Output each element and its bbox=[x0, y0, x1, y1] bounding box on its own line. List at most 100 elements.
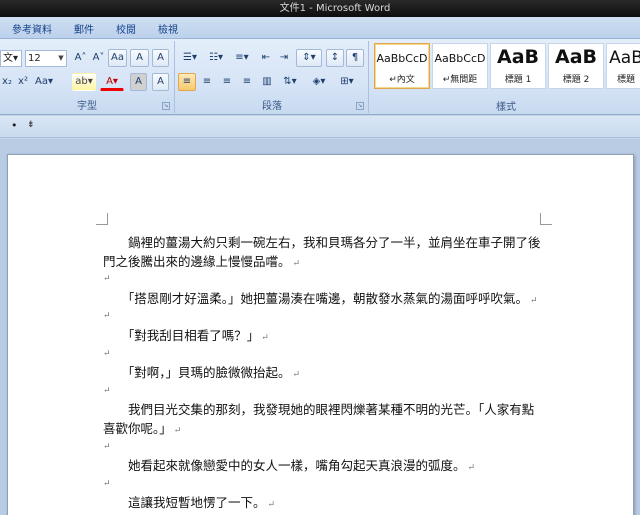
style-heading-2[interactable]: AaB 標題 2 bbox=[548, 43, 604, 89]
document-text: 鍋裡的薑湯大約只剩一碗左右，我和貝瑪各分了一半，並肩坐在車子開了後 bbox=[103, 235, 541, 250]
style-name: 標題 2 bbox=[562, 75, 590, 85]
char-border-button[interactable]: A bbox=[152, 49, 169, 67]
paragraph-mark: ↵ bbox=[103, 441, 111, 452]
paragraph-group: ☰▾ ☷▾ ≡▾ ⇤ ⇥ ⇕▾ ↕ ¶ ≡ ≡ ≡ ≡ ▥ ⇅▾ ◈▾ ⊞▾ 段… bbox=[176, 41, 369, 113]
style-sample: AaBbCcD bbox=[376, 52, 428, 65]
margin-corner-marker bbox=[540, 213, 552, 225]
dialog-launcher-icon[interactable]: ↘ bbox=[356, 102, 364, 110]
document-text: 她看起來就像戀愛中的女人一樣，嘴角勾起天真浪漫的弧度。 bbox=[103, 458, 466, 474]
style-name: 標題 1 bbox=[504, 75, 532, 85]
shrink-font-button[interactable]: A˅ bbox=[90, 49, 107, 67]
highlight-button[interactable]: ab▾ bbox=[72, 73, 96, 91]
document-line[interactable]: 「對啊，」貝瑪的臉微微抬起。 ↵ bbox=[103, 362, 300, 381]
style-name: 標題 bbox=[616, 75, 635, 85]
bullets-button[interactable]: ☰▾ bbox=[178, 49, 202, 67]
document-line[interactable]: 這讓我短暫地愣了一下。 ↵ bbox=[103, 492, 275, 511]
justify-button[interactable]: ≡ bbox=[238, 73, 256, 91]
font-name-combo[interactable]: 文▾ bbox=[0, 50, 22, 67]
bullet-icon[interactable]: • bbox=[11, 119, 18, 132]
asian-layout-button[interactable]: ⇕▾ bbox=[296, 49, 322, 67]
change-case-button[interactable]: Aa▾ bbox=[32, 73, 56, 91]
font-size-value: 12 bbox=[28, 53, 41, 64]
document-page[interactable]: 鍋裡的薑湯大約只剩一碗左右，我和貝瑪各分了一半，並肩坐在車子開了後 門之後騰出來的… bbox=[7, 154, 634, 515]
style-name: ↵無間距 bbox=[442, 75, 478, 85]
document-line[interactable]: 我們目光交集的那刻，我發現她的眼裡閃爍著某種不明的光芒。「人家有點 bbox=[103, 399, 534, 418]
document-line[interactable]: ↵ bbox=[103, 269, 111, 284]
paragraph-mark: ↵ bbox=[467, 463, 476, 474]
paragraph-group-label: 段落 bbox=[262, 101, 282, 112]
document-line[interactable]: 她看起來就像戀愛中的女人一樣，嘴角勾起天真浪漫的弧度。 ↵ bbox=[103, 455, 475, 474]
document-text: 這讓我短暫地愣了一下。 bbox=[103, 495, 266, 511]
numbering-button[interactable]: ☷▾ bbox=[204, 49, 228, 67]
distributed-button[interactable]: ▥ bbox=[258, 73, 276, 91]
style-sample: AaB bbox=[496, 46, 539, 68]
paragraph-mark: ↵ bbox=[292, 258, 301, 269]
styles-gallery: AaBbCcD ↵內文 AaBbCcD ↵無間距 AaB 標題 1 AaB 標題… bbox=[372, 43, 640, 93]
shading-button[interactable]: ◈▾ bbox=[306, 73, 332, 91]
customize-icon[interactable]: ⇟ bbox=[27, 120, 35, 130]
window-title: 文件1 - Microsoft Word bbox=[279, 3, 391, 14]
document-text: 喜歡你呢。」 bbox=[103, 421, 172, 436]
document-line[interactable]: ↵ bbox=[103, 344, 111, 359]
paragraph-mark: ↵ bbox=[103, 311, 111, 322]
document-text: 「對啊，」貝瑪的臉微微抬起。 bbox=[103, 365, 291, 381]
line-spacing-button[interactable]: ⇅▾ bbox=[278, 73, 302, 91]
document-line[interactable]: 鍋裡的薑湯大約只剩一碗左右，我和貝瑪各分了一半，並肩坐在車子開了後 bbox=[103, 232, 541, 251]
show-marks-button[interactable]: ¶ bbox=[346, 49, 364, 67]
document-line[interactable]: 「對我刮目相看了嗎？」 ↵ bbox=[103, 325, 269, 344]
paragraph-mark: ↵ bbox=[530, 295, 538, 306]
paragraph-mark: ↵ bbox=[103, 274, 111, 285]
font-group-label: 字型 bbox=[77, 101, 97, 112]
tab-view[interactable]: 檢視 bbox=[158, 21, 178, 36]
document-line[interactable]: ↵ bbox=[103, 474, 111, 489]
font-size-combo[interactable]: 12 ▼ bbox=[25, 50, 67, 67]
ribbon: 文▾ 12 ▼ A˄ A˅ Aa A A x₂ x² Aa▾ ab▾ A▾ A … bbox=[0, 39, 640, 115]
paragraph-mark: ↵ bbox=[292, 370, 301, 381]
title-bar: 文件1 - Microsoft Word bbox=[0, 0, 640, 17]
font-name-value: 文▾ bbox=[3, 53, 19, 64]
align-center-button[interactable]: ≡ bbox=[198, 73, 216, 91]
paragraph-mark: ↵ bbox=[261, 333, 269, 343]
char-shading-button[interactable]: A bbox=[130, 73, 147, 91]
decrease-indent-button[interactable]: ⇤ bbox=[258, 49, 274, 67]
borders-button[interactable]: ⊞▾ bbox=[334, 73, 360, 91]
document-text: 「對我刮目相看了嗎？」 bbox=[103, 328, 260, 343]
enclose-char-button[interactable]: A bbox=[152, 73, 169, 91]
paragraph-mark: ↵ bbox=[103, 348, 111, 359]
style-title[interactable]: AaB 標題 bbox=[606, 43, 640, 89]
document-text: 「搭恩剛才好溫柔。」她把薑湯湊在嘴邊，朝散發水蒸氣的湯面呼呼吹氣。 bbox=[103, 290, 529, 306]
sort-button[interactable]: ↕ bbox=[326, 49, 344, 67]
clear-format-button[interactable]: Aa bbox=[108, 49, 127, 67]
document-line[interactable]: ↵ bbox=[103, 306, 111, 321]
document-line[interactable]: 「搭恩剛才好溫柔。」她把薑湯湊在嘴邊，朝散發水蒸氣的湯面呼呼吹氣。 ↵ bbox=[103, 288, 538, 307]
tab-mailings[interactable]: 郵件 bbox=[74, 21, 94, 36]
document-line[interactable]: ↵ bbox=[103, 381, 111, 396]
increase-indent-button[interactable]: ⇥ bbox=[276, 49, 292, 67]
quick-access-toolbar: • ⇟ bbox=[0, 116, 640, 138]
multilevel-list-button[interactable]: ≡▾ bbox=[230, 49, 254, 67]
paragraph-mark: ↵ bbox=[103, 478, 111, 489]
font-group: 文▾ 12 ▼ A˄ A˅ Aa A A x₂ x² Aa▾ ab▾ A▾ A … bbox=[0, 41, 175, 113]
subscript-button[interactable]: x₂ bbox=[0, 73, 14, 91]
tab-review[interactable]: 校閱 bbox=[116, 21, 136, 36]
document-line[interactable]: 喜歡你呢。」 ↵ bbox=[103, 418, 181, 437]
align-left-button[interactable]: ≡ bbox=[178, 73, 196, 91]
style-heading-1[interactable]: AaB 標題 1 bbox=[490, 43, 546, 89]
style-sample: AaB bbox=[609, 48, 640, 68]
document-text: 門之後騰出來的邊緣上慢慢品嚐。 bbox=[103, 253, 291, 269]
ribbon-tabs: 參考資料 郵件 校閱 檢視 bbox=[0, 17, 640, 39]
align-right-button[interactable]: ≡ bbox=[218, 73, 236, 91]
document-line[interactable]: ↵ bbox=[103, 437, 111, 452]
tab-references[interactable]: 參考資料 bbox=[12, 21, 52, 36]
document-text: 我們目光交集的那刻，我發現她的眼裡閃爍著某種不明的光芒。「人家有點 bbox=[103, 402, 535, 418]
dialog-launcher-icon[interactable]: ↘ bbox=[162, 102, 170, 110]
grow-font-button[interactable]: A˄ bbox=[72, 49, 89, 67]
margin-corner-marker bbox=[96, 213, 108, 225]
font-color-button[interactable]: A▾ bbox=[100, 73, 124, 91]
style-no-spacing[interactable]: AaBbCcD ↵無間距 bbox=[432, 43, 488, 89]
style-normal[interactable]: AaBbCcD ↵內文 bbox=[374, 43, 430, 89]
phonetic-guide-button[interactable]: A bbox=[130, 49, 149, 67]
document-line[interactable]: 門之後騰出來的邊緣上慢慢品嚐。 ↵ bbox=[103, 251, 300, 270]
superscript-button[interactable]: x² bbox=[16, 73, 30, 91]
document-workspace: 鍋裡的薑湯大約只剩一碗左右，我和貝瑪各分了一半，並肩坐在車子開了後 門之後騰出來的… bbox=[0, 139, 640, 515]
